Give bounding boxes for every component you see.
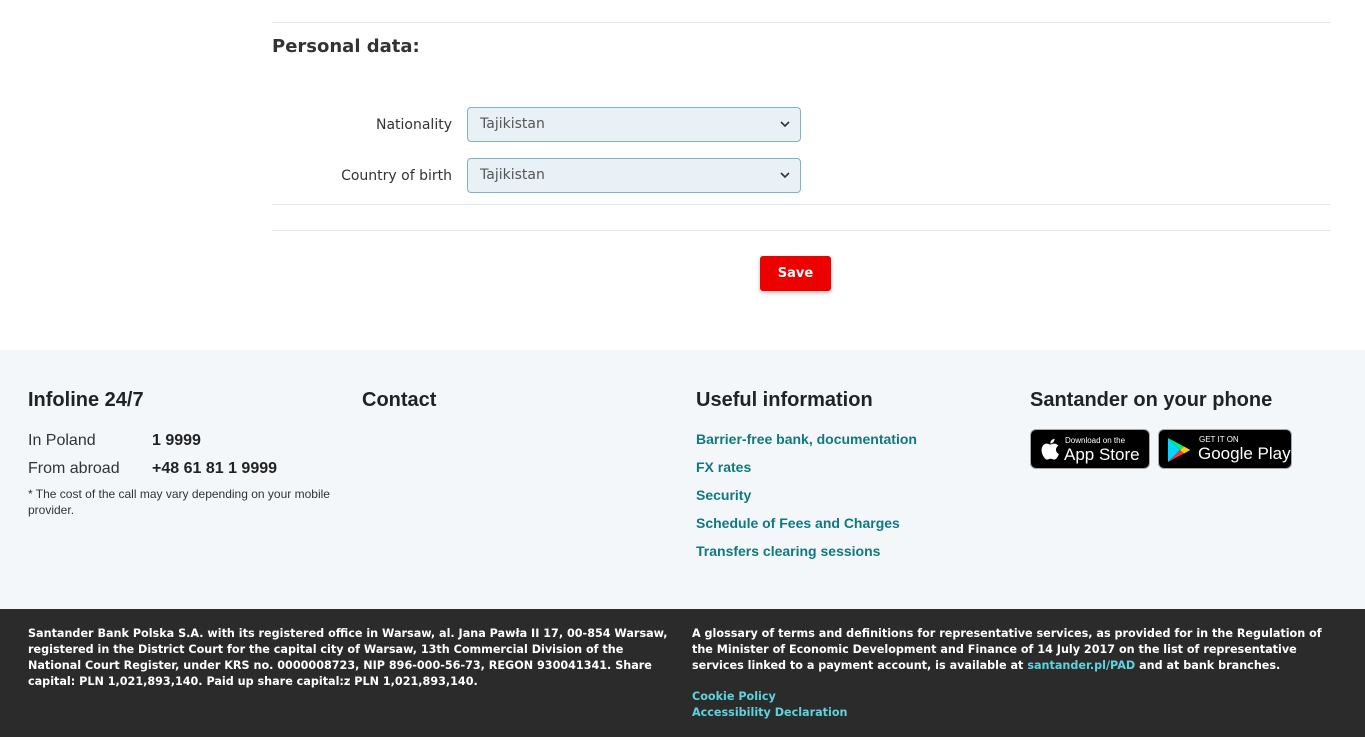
- personal-data-form: Personal data: Nationality Tajikistan Co…: [0, 0, 1365, 350]
- apple-icon: [1041, 438, 1059, 460]
- divider: [272, 22, 1330, 23]
- infoline-note: * The cost of the call may vary dependin…: [28, 487, 330, 517]
- google-play-small-text: GET IT ON: [1199, 435, 1239, 444]
- infoline-poland-number[interactable]: 1 9999: [152, 432, 201, 450]
- infoline-abroad-label: From abroad: [28, 460, 120, 477]
- footer-info: Infoline 24/7 In Poland 1 9999 From abro…: [0, 350, 1365, 609]
- infoline-abroad-number[interactable]: +48 61 81 1 9999: [152, 460, 277, 478]
- divider: [272, 230, 1330, 231]
- nationality-value: Tajikistan: [480, 116, 545, 132]
- legal-company-info: Santander Bank Polska S.A. with its regi…: [28, 627, 668, 688]
- link-clearing-sessions[interactable]: Transfers clearing sessions: [696, 543, 880, 559]
- save-button[interactable]: Save: [760, 256, 831, 291]
- contact-title: Contact: [362, 389, 437, 411]
- infoline-title: Infoline 24/7: [28, 389, 144, 411]
- country-of-birth-label: Country of birth: [341, 168, 452, 184]
- app-store-badge[interactable]: Download on the App Store: [1030, 429, 1150, 469]
- nationality-select[interactable]: Tajikistan: [467, 107, 801, 142]
- link-fees-and-charges[interactable]: Schedule of Fees and Charges: [696, 515, 900, 531]
- useful-info-title: Useful information: [696, 389, 873, 411]
- app-store-small-text: Download on the: [1065, 436, 1126, 445]
- chevron-down-icon: [780, 121, 790, 128]
- chevron-down-icon: [780, 172, 790, 179]
- infoline-poland-label: In Poland: [28, 432, 96, 449]
- google-play-big-text: Google Play: [1198, 444, 1291, 463]
- link-barrier-free-bank[interactable]: Barrier-free bank, documentation: [696, 431, 917, 447]
- country-of-birth-value: Tajikistan: [480, 167, 545, 183]
- accessibility-declaration-link[interactable]: Accessibility Declaration: [692, 706, 848, 719]
- link-security[interactable]: Security: [696, 487, 751, 503]
- country-of-birth-select[interactable]: Tajikistan: [467, 158, 801, 193]
- google-play-badge[interactable]: GET IT ON Google Play: [1158, 429, 1292, 469]
- section-title: Personal data:: [272, 36, 420, 57]
- legal-glossary-tail: and at bank branches.: [1139, 659, 1281, 672]
- pad-link[interactable]: santander.pl/PAD: [1027, 659, 1135, 672]
- phone-apps-title: Santander on your phone: [1030, 389, 1273, 411]
- app-store-big-text: App Store: [1064, 445, 1140, 464]
- footer-legal: Santander Bank Polska S.A. with its regi…: [0, 609, 1365, 737]
- nationality-label: Nationality: [375, 117, 452, 133]
- google-play-icon: [1168, 438, 1190, 462]
- divider: [272, 204, 1330, 205]
- legal-glossary-info: A glossary of terms and definitions for …: [692, 626, 1337, 674]
- link-fx-rates[interactable]: FX rates: [696, 459, 751, 475]
- cookie-policy-link[interactable]: Cookie Policy: [692, 690, 776, 703]
